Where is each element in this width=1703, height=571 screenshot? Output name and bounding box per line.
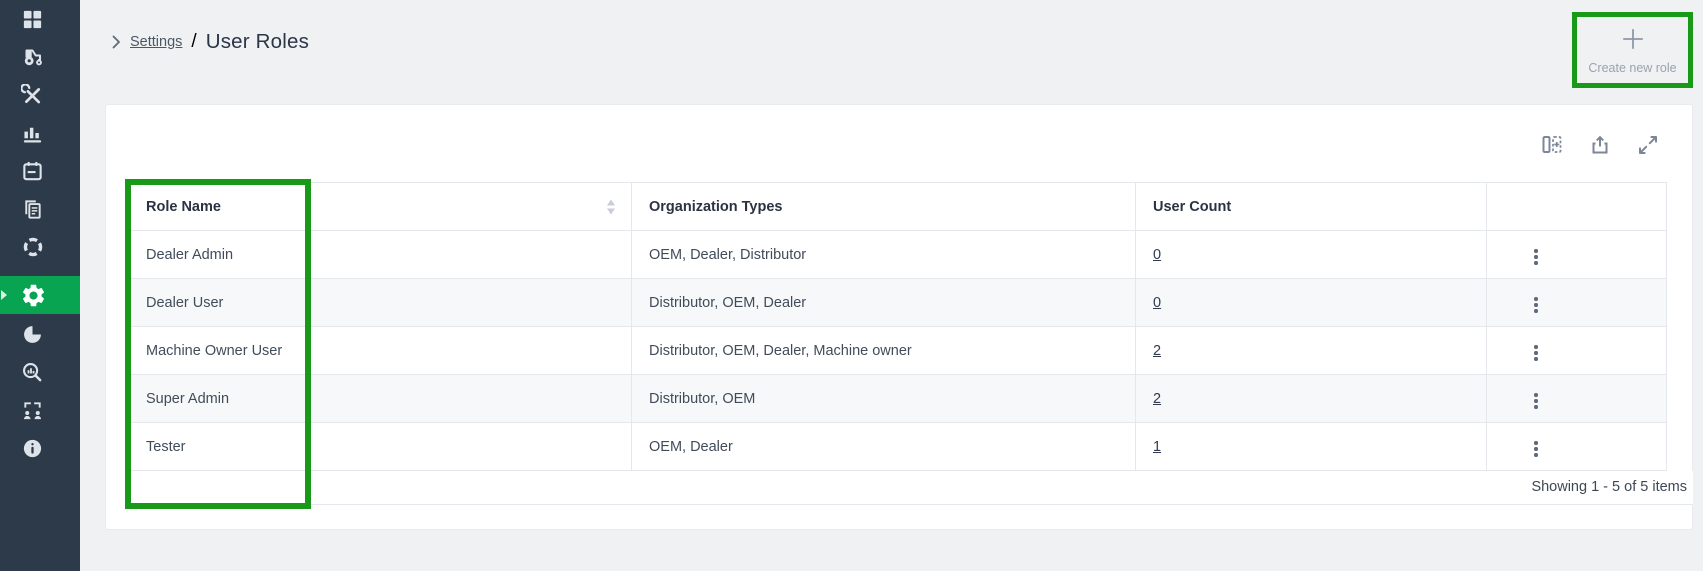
user-count-link[interactable]: 2	[1153, 391, 1161, 407]
hierarchy-icon	[21, 399, 44, 422]
cell-role-name: Dealer Admin	[129, 231, 632, 279]
tractor-icon	[21, 45, 45, 69]
page-title: User Roles	[206, 30, 309, 54]
table-header-row: Role Name Organization Types User Count	[129, 183, 1667, 231]
table-row: Super Admin Distributor, OEM 2	[129, 375, 1667, 423]
bar-chart-icon	[21, 122, 44, 145]
sidebar-item-analytics[interactable]	[0, 315, 80, 353]
table-toolbar	[1541, 134, 1659, 156]
expand-icon[interactable]	[1637, 134, 1659, 156]
pie-chart-icon	[21, 323, 44, 346]
cell-user-count: 1	[1136, 423, 1487, 471]
items-summary: Showing 1 - 5 of 5 items	[1531, 479, 1687, 495]
kebab-menu-icon[interactable]	[1528, 389, 1544, 413]
cell-organization-types: OEM, Dealer	[632, 423, 1136, 471]
sidebar-item-documents[interactable]	[0, 190, 80, 228]
user-roles-page: Settings / User Roles Create new role	[0, 0, 1703, 571]
sort-arrows-icon[interactable]	[607, 199, 615, 214]
sidebar-item-settings[interactable]	[0, 276, 80, 314]
user-count-link[interactable]: 2	[1153, 343, 1161, 359]
calendar-icon	[21, 160, 44, 183]
table-row: Dealer User Distributor, OEM, Dealer 0	[129, 279, 1667, 327]
cell-role-name: Tester	[129, 423, 632, 471]
column-header-actions	[1487, 183, 1667, 231]
export-icon[interactable]	[1589, 134, 1611, 156]
table-pager: Showing 1 - 5 of 5 items	[128, 471, 1693, 505]
breadcrumb-separator: /	[191, 31, 196, 53]
dashboard-icon	[21, 8, 44, 31]
table-row: Machine Owner User Distributor, OEM, Dea…	[129, 327, 1667, 375]
info-icon	[21, 437, 44, 460]
sidebar-item-info[interactable]	[0, 429, 80, 467]
sidebar-item-dashboard[interactable]	[0, 0, 80, 38]
gear-icon	[20, 282, 47, 309]
cell-user-count: 2	[1136, 327, 1487, 375]
create-new-role-label: Create new role	[1588, 61, 1676, 75]
cell-user-count: 0	[1136, 231, 1487, 279]
plus-icon	[1619, 25, 1647, 58]
kebab-menu-icon[interactable]	[1528, 437, 1544, 461]
cell-actions	[1487, 231, 1667, 279]
user-count-link[interactable]: 0	[1153, 247, 1161, 263]
sidebar-item-insights[interactable]	[0, 353, 80, 391]
cell-actions	[1487, 375, 1667, 423]
sidebar	[0, 0, 80, 571]
sidebar-item-organization[interactable]	[0, 391, 80, 429]
cell-actions	[1487, 279, 1667, 327]
search-chart-icon	[21, 361, 44, 384]
tools-icon	[21, 84, 44, 107]
cell-organization-types: OEM, Dealer, Distributor	[632, 231, 1136, 279]
sidebar-item-sync[interactable]	[0, 228, 80, 266]
table-row: Dealer Admin OEM, Dealer, Distributor 0	[129, 231, 1667, 279]
cell-user-count: 2	[1136, 375, 1487, 423]
user-count-link[interactable]: 1	[1153, 439, 1161, 455]
kebab-menu-icon[interactable]	[1528, 341, 1544, 365]
chevron-right-icon	[112, 35, 121, 49]
sidebar-item-planner[interactable]	[0, 152, 80, 190]
sidebar-item-service[interactable]	[0, 76, 80, 114]
kebab-menu-icon[interactable]	[1528, 245, 1544, 269]
kebab-menu-icon[interactable]	[1528, 293, 1544, 317]
cell-user-count: 0	[1136, 279, 1487, 327]
table-row: Tester OEM, Dealer 1	[129, 423, 1667, 471]
cell-role-name: Super Admin	[129, 375, 632, 423]
column-header-role-name[interactable]: Role Name	[129, 183, 632, 231]
cell-organization-types: Distributor, OEM, Dealer	[632, 279, 1136, 327]
user-count-link[interactable]: 0	[1153, 295, 1161, 311]
column-header-organization-types[interactable]: Organization Types	[632, 183, 1136, 231]
cell-role-name: Machine Owner User	[129, 327, 632, 375]
cell-organization-types: Distributor, OEM	[632, 375, 1136, 423]
cell-actions	[1487, 327, 1667, 375]
cell-role-name: Dealer User	[129, 279, 632, 327]
create-new-role-button[interactable]: Create new role	[1577, 17, 1688, 83]
sync-icon	[21, 235, 45, 259]
sidebar-item-reports[interactable]	[0, 114, 80, 152]
column-settings-icon[interactable]	[1541, 134, 1563, 156]
user-roles-table: Role Name Organization Types User Count	[128, 182, 1693, 505]
breadcrumb: Settings / User Roles	[112, 30, 309, 54]
cell-actions	[1487, 423, 1667, 471]
column-header-user-count[interactable]: User Count	[1136, 183, 1487, 231]
breadcrumb-settings-link[interactable]: Settings	[130, 34, 182, 50]
sidebar-item-machines[interactable]	[0, 38, 80, 76]
cell-organization-types: Distributor, OEM, Dealer, Machine owner	[632, 327, 1136, 375]
copy-icon	[21, 198, 44, 221]
